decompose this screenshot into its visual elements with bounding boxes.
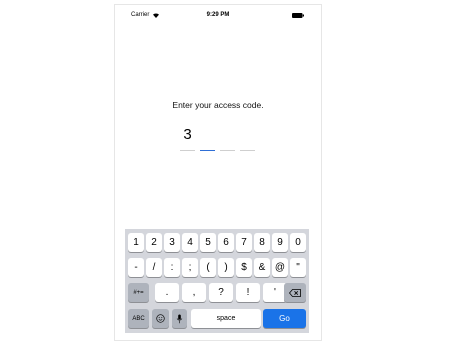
access-code-input[interactable]: 3 <box>180 125 258 151</box>
code-digit-1-value: 3 <box>183 126 192 143</box>
code-digit-3[interactable] <box>220 125 235 151</box>
key-dollar[interactable]: $ <box>236 258 252 277</box>
symbols-toggle-key[interactable]: #+= <box>128 283 149 302</box>
key-1[interactable]: 1 <box>128 233 144 252</box>
status-bar: Carrier 9:29 PM <box>115 5 321 25</box>
phone-screen: Carrier 9:29 PM Enter your access code. … <box>114 4 322 341</box>
key-ampersand[interactable]: & <box>254 258 270 277</box>
microphone-icon <box>176 314 183 323</box>
key-semicolon[interactable]: ; <box>182 258 198 277</box>
key-comma[interactable]: , <box>182 283 206 302</box>
key-quote[interactable]: " <box>290 258 306 277</box>
status-time: 9:29 PM <box>206 12 230 18</box>
key-9[interactable]: 9 <box>272 233 288 252</box>
space-key[interactable]: space <box>191 309 261 328</box>
code-digit-1[interactable]: 3 <box>180 125 195 151</box>
battery-icon <box>292 13 304 18</box>
key-question[interactable]: ? <box>209 283 233 302</box>
key-colon[interactable]: : <box>164 258 180 277</box>
code-digit-2[interactable] <box>200 125 215 151</box>
key-4[interactable]: 4 <box>182 233 198 252</box>
key-hyphen[interactable]: - <box>128 258 144 277</box>
key-period[interactable]: . <box>155 283 179 302</box>
key-slash[interactable]: / <box>146 258 162 277</box>
key-3[interactable]: 3 <box>164 233 180 252</box>
key-5[interactable]: 5 <box>200 233 216 252</box>
backspace-icon <box>289 288 301 297</box>
access-code-prompt: Enter your access code. <box>172 100 264 110</box>
abc-key[interactable]: ABC <box>128 309 149 328</box>
key-0[interactable]: 0 <box>290 233 306 252</box>
key-8[interactable]: 8 <box>254 233 270 252</box>
key-open-paren[interactable]: ( <box>200 258 216 277</box>
go-key[interactable]: Go <box>263 309 306 328</box>
emoji-key[interactable] <box>152 309 169 328</box>
code-digit-1-underline <box>180 150 195 151</box>
code-digit-3-underline <box>220 150 235 151</box>
key-at[interactable]: @ <box>272 258 288 277</box>
dictation-key[interactable] <box>172 309 187 328</box>
key-6[interactable]: 6 <box>218 233 234 252</box>
delete-key[interactable] <box>284 283 306 302</box>
key-close-paren[interactable]: ) <box>218 258 234 277</box>
emoji-icon <box>156 314 165 323</box>
code-digit-4[interactable] <box>240 125 255 151</box>
key-exclamation[interactable]: ! <box>236 283 260 302</box>
code-digit-4-underline <box>240 150 255 151</box>
code-digit-2-underline <box>200 149 215 151</box>
numeric-keyboard: 1 2 3 4 5 6 7 8 9 0 - / : ; ( ) $ & @ " … <box>125 229 309 333</box>
key-7[interactable]: 7 <box>236 233 252 252</box>
key-2[interactable]: 2 <box>146 233 162 252</box>
